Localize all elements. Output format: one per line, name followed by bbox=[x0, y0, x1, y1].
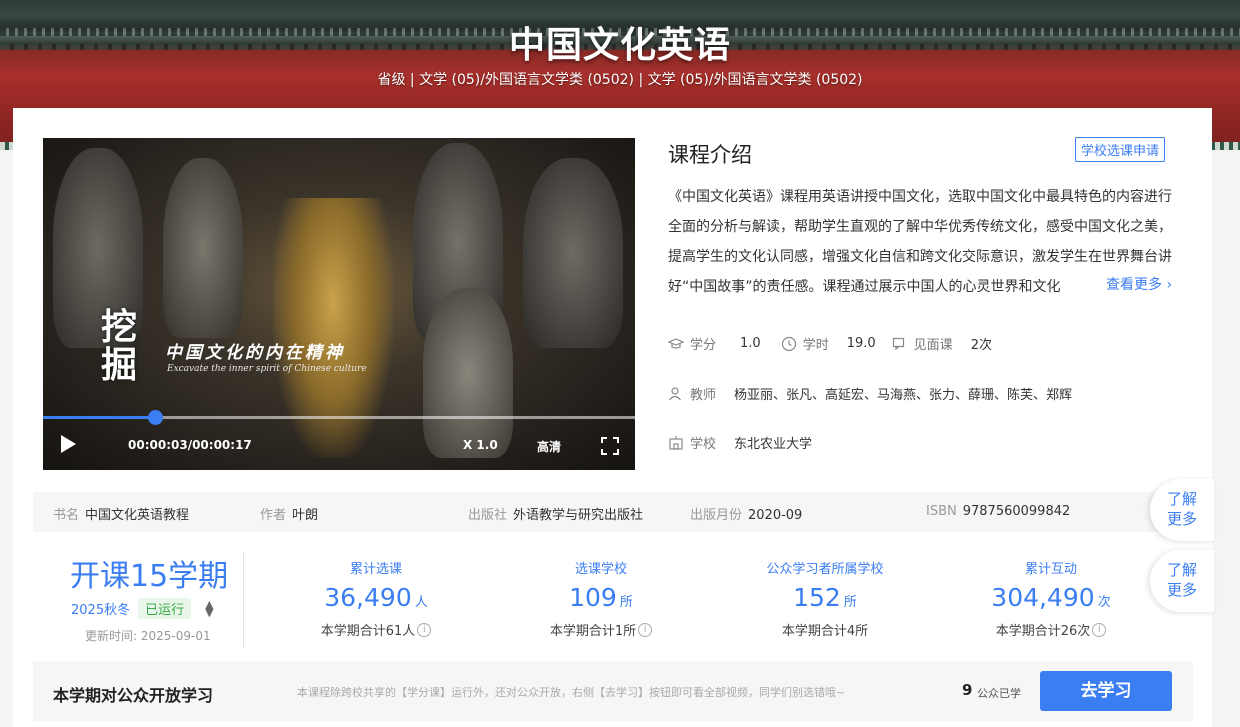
play-icon[interactable] bbox=[61, 435, 76, 453]
stat-value: 109 所 bbox=[569, 583, 633, 612]
public-learning-title: 本学期对公众开放学习 bbox=[53, 686, 214, 705]
course-category: 省级 | 文学 (05)/外国语言文学类 (0502) | 文学 (05)/外国… bbox=[377, 72, 863, 88]
status-badge: 已运行 bbox=[138, 598, 192, 619]
meet-value: 2次 bbox=[970, 338, 992, 353]
video-time: 00:00:03/00:00:17 bbox=[128, 438, 252, 452]
stat-public-schools: 公众学习者所属学校 152 所 本学期合计4所 bbox=[725, 558, 925, 639]
teacher-icon bbox=[669, 386, 681, 400]
fullscreen-icon[interactable] bbox=[601, 437, 619, 455]
semester-selector[interactable]: 2025秋冬 已运行 ▲ ▼ bbox=[71, 598, 214, 619]
stat-label: 累计选课 bbox=[349, 562, 402, 577]
calligraphy-line: 中国文化的内在精神 bbox=[165, 343, 345, 363]
credit-value: 1.0 bbox=[740, 336, 761, 351]
video-controls: 00:00:03/00:00:17 X 1.0 高清 bbox=[43, 428, 635, 468]
intro-line: 《中国文化英语》课程用英语讲授中国文化，选取中国文化中最具特色的内容进行 bbox=[668, 189, 1172, 205]
stat-label: 选课学校 bbox=[574, 562, 627, 577]
update-time: 更新时间: 2025-09-01 bbox=[85, 629, 211, 643]
view-more-label: 查看更多 bbox=[1106, 277, 1162, 293]
chevron-right-icon: › bbox=[1166, 277, 1173, 293]
public-learning-bar: 本学期对公众开放学习 本课程除跨校共享的【学分课】运行外，还对公众开放，右侧【去… bbox=[33, 661, 1193, 721]
statue-figure bbox=[523, 158, 623, 348]
course-card: 挖掘 中国文化的内在精神 Excavate the inner spirit o… bbox=[13, 108, 1212, 727]
learn-more-button[interactable]: 了解 更多 bbox=[1150, 479, 1214, 541]
intro-heading: 课程介绍 bbox=[668, 143, 752, 167]
intro-line: 提高学生的文化认同感，增强文化自信和跨文化交际意识，激发学生在世界舞台讲 bbox=[668, 249, 1172, 265]
term-count: 开课15学期 bbox=[70, 559, 229, 594]
course-meta-school: 学校 东北农业大学 bbox=[668, 433, 826, 452]
calligraphy-english: Excavate the inner spirit of Chinese cul… bbox=[167, 364, 367, 374]
divider bbox=[243, 552, 244, 648]
sort-arrows-icon[interactable]: ▲ ▼ bbox=[205, 599, 213, 618]
graduation-cap-icon bbox=[668, 337, 684, 349]
credit-label: 学分 bbox=[690, 338, 717, 353]
statue-figure bbox=[163, 158, 243, 338]
stat-schools: 选课学校 109 所 本学期合计1所 i bbox=[501, 558, 701, 639]
stat-interactions: 累计互动 304,490 次 本学期合计26次 i bbox=[951, 558, 1151, 639]
book-author: 作者 叶朗 bbox=[260, 508, 319, 523]
stat-value: 152 所 bbox=[793, 583, 857, 612]
meet-label: 见面课 bbox=[913, 338, 953, 353]
clock-icon bbox=[781, 336, 796, 351]
info-icon[interactable]: i bbox=[417, 622, 432, 637]
semester-name: 2025秋冬 bbox=[71, 603, 131, 618]
learn-more-button[interactable]: 了解 更多 bbox=[1150, 550, 1214, 612]
public-learner-count: 9 bbox=[962, 681, 973, 699]
book-isbn: ISBN 9787560099842 bbox=[926, 504, 1071, 519]
info-icon[interactable]: i bbox=[638, 622, 653, 637]
course-title: 中国文化英语 bbox=[508, 25, 731, 66]
course-meta-teachers: 教师 杨亚丽、张凡、高延宏、马海燕、张力、薛珊、陈芙、郑辉 bbox=[668, 384, 1086, 403]
school-label: 学校 bbox=[690, 437, 717, 452]
hours-label: 学时 bbox=[802, 338, 829, 353]
apply-course-button[interactable]: 学校选课申请 bbox=[1075, 137, 1166, 162]
view-more-link[interactable]: 查看更多 › bbox=[1100, 274, 1173, 294]
book-publisher: 出版社 外语教学与研究出版社 bbox=[468, 508, 644, 523]
calligraphy-big: 挖掘 bbox=[101, 306, 138, 386]
stat-label: 公众学习者所属学校 bbox=[766, 562, 884, 577]
school-name: 东北农业大学 bbox=[734, 437, 813, 452]
video-player[interactable]: 挖掘 中国文化的内在精神 Excavate the inner spirit o… bbox=[43, 138, 635, 470]
book-date: 出版月份 2020-09 bbox=[690, 508, 803, 523]
stat-semester-sum: 本学期合计4所 bbox=[781, 624, 869, 639]
public-learner-label: 公众已学 bbox=[977, 687, 1021, 700]
stat-semester-sum: 本学期合计1所 i bbox=[550, 620, 653, 639]
book-name: 书名 中国文化英语教程 bbox=[53, 508, 190, 523]
stat-value: 304,490 次 bbox=[991, 583, 1111, 612]
stat-semester-sum: 本学期合计61人 i bbox=[321, 620, 432, 639]
go-study-button[interactable]: 去学习 bbox=[1040, 671, 1172, 711]
stat-label: 累计互动 bbox=[1024, 562, 1077, 577]
progress-fill bbox=[43, 416, 156, 419]
public-learning-desc: 本课程除跨校共享的【学分课】运行外，还对公众开放，右侧【去学习】按钮即可看全部视… bbox=[297, 686, 846, 699]
quality-selector[interactable]: 高清 bbox=[537, 438, 561, 455]
course-meta-credits: 学分 1.0 学时 19.0 见面课 2次 bbox=[668, 334, 1006, 353]
teacher-label: 教师 bbox=[690, 388, 717, 403]
stat-value: 36,490 人 bbox=[324, 583, 428, 612]
video-progress-bar[interactable] bbox=[43, 410, 635, 425]
info-icon[interactable]: i bbox=[1092, 622, 1107, 637]
stat-total-enrollment: 累计选课 36,490 人 本学期合计61人 i bbox=[276, 558, 476, 639]
progress-handle[interactable] bbox=[148, 410, 164, 425]
teacher-list: 杨亚丽、张凡、高延宏、马海燕、张力、薛珊、陈芙、郑辉 bbox=[734, 388, 1073, 403]
playback-speed[interactable]: X 1.0 bbox=[463, 438, 498, 452]
golden-warrior bbox=[273, 198, 393, 458]
textbook-info: 书名 中国文化英语教程 作者 叶朗 出版社 外语教学与研究出版社 出版月份 2020-0… bbox=[33, 492, 1193, 532]
intro-line: 全面的分析与解读，帮助学生直观的了解中华优秀传统文化，感受中国文化之美， bbox=[668, 219, 1172, 235]
hours-value: 19.0 bbox=[846, 336, 876, 351]
chat-icon bbox=[892, 337, 904, 350]
stat-semester-sum: 本学期合计26次 i bbox=[996, 620, 1107, 639]
school-icon bbox=[669, 435, 683, 450]
